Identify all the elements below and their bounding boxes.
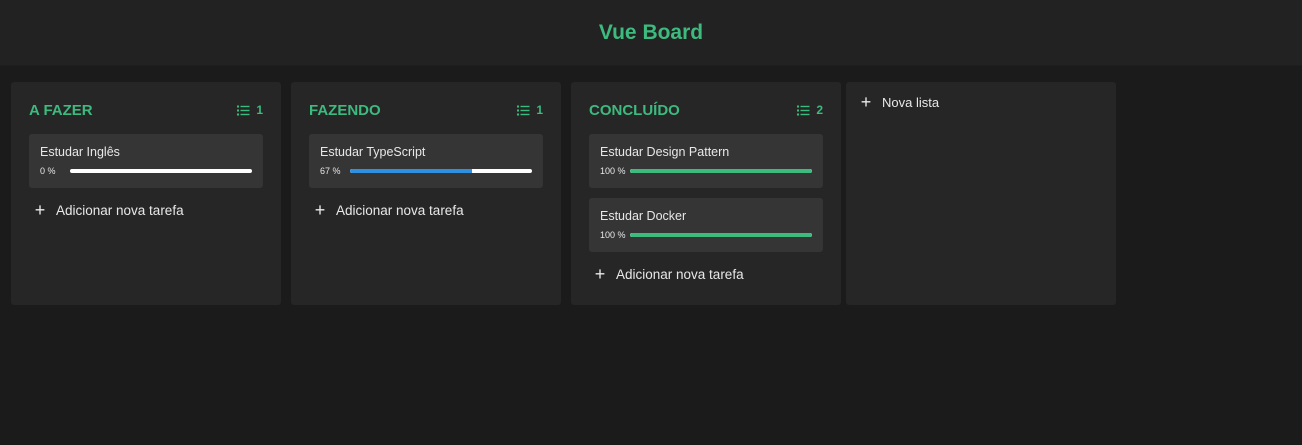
plus-icon: + [860, 92, 872, 112]
task-progress-bar [350, 169, 532, 173]
task-progress-bar [630, 233, 812, 237]
add-task-label: Adicionar nova tarefa [336, 202, 464, 218]
list-title: CONCLUÍDO [589, 101, 680, 119]
task-title: Estudar Docker [600, 209, 687, 223]
task-progress-bar [70, 169, 252, 173]
add-task-label: Adicionar nova tarefa [56, 202, 184, 218]
task-progress-label: 100 % [600, 230, 626, 240]
task-progress-fill [350, 169, 472, 173]
add-task-button[interactable]: + Adicionar nova tarefa [33, 200, 184, 220]
list-fazendo: FAZENDO 1 Estudar TypeScript 67 % + Adic… [291, 82, 561, 305]
task-count: 1 [517, 103, 543, 117]
list-header: FAZENDO 1 [309, 100, 543, 120]
task-count: 2 [797, 103, 823, 117]
task-progress-label: 100 % [600, 166, 626, 176]
task-count-value: 1 [536, 103, 543, 117]
list-concluido: CONCLUÍDO 2 Estudar Design Pattern 100 %… [571, 82, 841, 305]
task-count-value: 2 [816, 103, 823, 117]
add-task-button[interactable]: + Adicionar nova tarefa [313, 200, 464, 220]
app-header: Vue Board [0, 0, 1302, 66]
list-header: CONCLUÍDO 2 [589, 100, 823, 120]
new-list-label: Nova lista [882, 94, 940, 110]
list-icon [797, 105, 810, 115]
list-a-fazer: A FAZER 1 Estudar Inglês 0 % + Adicionar… [11, 82, 281, 305]
task-count-value: 1 [256, 103, 263, 117]
task-card[interactable]: Estudar Inglês 0 % [29, 134, 263, 188]
task-card[interactable]: Estudar Docker 100 % [589, 198, 823, 252]
plus-icon: + [314, 200, 326, 220]
list-title: A FAZER [29, 101, 93, 119]
new-list-panel: + Nova lista [846, 82, 1116, 305]
list-title: FAZENDO [309, 101, 381, 119]
add-task-button[interactable]: + Adicionar nova tarefa [593, 264, 744, 284]
app-title: Vue Board [598, 20, 704, 44]
board: A FAZER 1 Estudar Inglês 0 % + Adicionar… [0, 66, 1302, 445]
task-progress-bar [630, 169, 812, 173]
task-progress-fill [630, 233, 812, 237]
add-task-label: Adicionar nova tarefa [616, 266, 744, 282]
task-progress-fill [630, 169, 812, 173]
task-title: Estudar TypeScript [320, 145, 426, 159]
task-title: Estudar Inglês [40, 145, 120, 159]
task-count: 1 [237, 103, 263, 117]
task-title: Estudar Design Pattern [600, 145, 730, 159]
list-header: A FAZER 1 [29, 100, 263, 120]
list-icon [517, 105, 530, 115]
new-list-button[interactable]: + Nova lista [859, 92, 939, 112]
plus-icon: + [594, 264, 606, 284]
task-card[interactable]: Estudar Design Pattern 100 % [589, 134, 823, 188]
plus-icon: + [34, 200, 46, 220]
task-progress-label: 0 % [40, 166, 56, 176]
task-card[interactable]: Estudar TypeScript 67 % [309, 134, 543, 188]
list-icon [237, 105, 250, 115]
task-progress-label: 67 % [320, 166, 341, 176]
